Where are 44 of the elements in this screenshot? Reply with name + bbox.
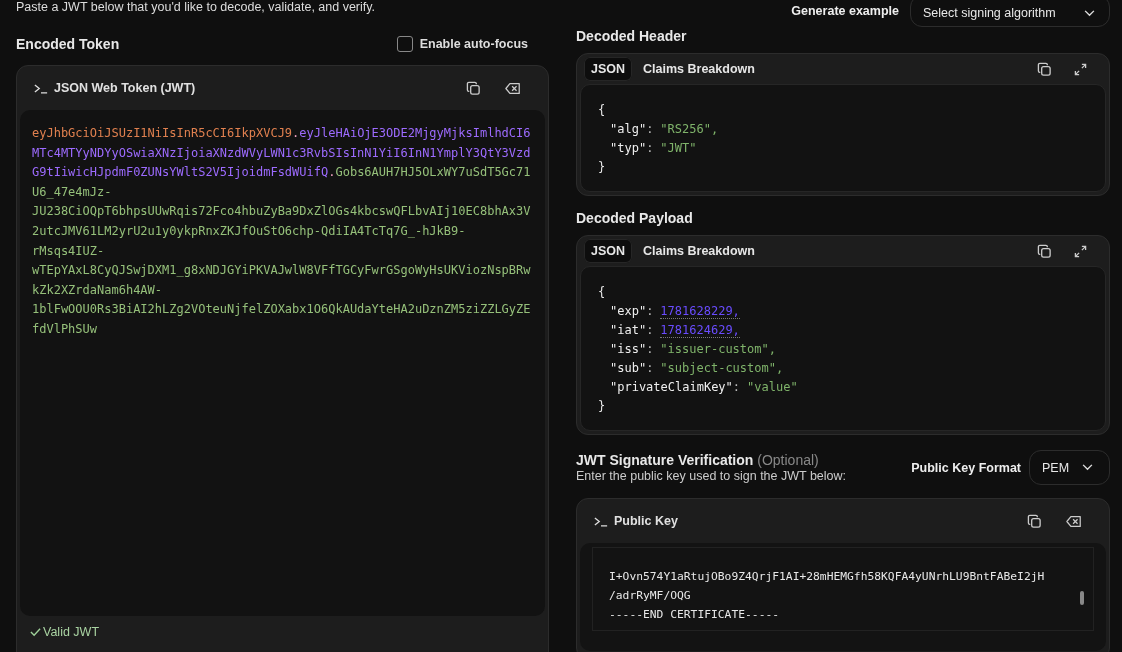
view-tab[interactable]: JSON <box>584 57 633 81</box>
copy-icon[interactable] <box>1037 243 1052 259</box>
status-text: Valid JWT <box>43 625 100 639</box>
code-line: } <box>598 398 607 415</box>
code-line: "typ": "JWT" <box>609 140 698 157</box>
view-tab[interactable]: JSON <box>584 239 633 263</box>
code-line: "iat": 1781624629, <box>609 322 741 340</box>
section-title: JWT Signature Verification (Optional) <box>576 452 820 468</box>
token-field[interactable]: eyJhbGciOiJSUzI1NiIsInR5cCI6IkpXVCJ9.eyJleHAiOjE3ODE2MjgyMjksImlhdCI6MTc4MTYyNDYyOSwiaXNzIjoiaXNzdWVyLWN1c3RvbSIsInN1YiI6InN1YmplY3QtY3VzdG9tIiwicHJpdmF0ZUNsYWltS2V5IjoidmFsdWUifQ.Gobs6AUH7HJ5OLxWY7uSdT5Gc71U6_47e4mJz-JU238CiOQpT6bhpsUUwRqis72Fco4hbuZyBa9DxZlOGs4kbcswQFLbvAIj10EC8bhAx3V2utcJMV61LM2yrU2u1y0ykpRnxZKJfOuStO6chp-QdiIA4TcTq7G_-hJkB9-rMsqs4IUZ-wTEpYAxL8CyQJSwjDXM1_g8xNDJGYiPKVAJwlW8VFfTGCyFwrGSgoWyHsUKViozNspBRwkZk2XZrdaNam6h4AW-1blFwOOU0Rs3BiAI2hLZg2VOteuNjfelZOXabx1O6QkAUdaYteHA2uDznZM5ziZZLGyZEfdVlPhSUw <box>20 110 545 616</box>
code-line: { <box>598 284 607 301</box>
editor-title: Public Key <box>614 514 678 528</box>
code-line: { <box>598 102 607 119</box>
view-tab[interactable]: Claims Breakdown <box>636 57 762 81</box>
autofocus-checkbox[interactable]: Enable auto-focus <box>396 36 528 52</box>
editor-title: JSON Web Token (JWT) <box>54 81 196 95</box>
format-label: Public Key Format <box>911 460 1021 475</box>
clear-icon[interactable] <box>505 81 521 95</box>
view-tab[interactable]: Claims Breakdown <box>636 239 762 263</box>
code-line: "sub": "subject-custom", <box>609 360 785 377</box>
copy-icon[interactable] <box>466 80 481 96</box>
instruction-text: Paste a JWT below that you'd like to decode, validate, and verify. <box>16 0 377 14</box>
format-select[interactable]: PEM <box>1029 450 1110 485</box>
code-line: "alg": "RS256", <box>609 121 720 138</box>
scrollbar-thumb[interactable] <box>1080 591 1084 605</box>
expand-icon[interactable] <box>1074 244 1087 258</box>
code-line: "privateClaimKey": "value" <box>609 379 799 396</box>
code-line: "iss": "issuer-custom", <box>609 341 777 358</box>
code-line: } <box>598 159 607 176</box>
terminal-icon <box>594 515 608 527</box>
section-title: Decoded Header <box>576 27 688 45</box>
public-key-field[interactable]: I+Ovn574Y1aRtujOBo9Z4QrjF1AI+28mHEMGfh58KQFA4yUNrhLU9BntFABeI2jH /adrRyMF/OQG -----END CERTIFICATE----- <box>592 547 1094 631</box>
clear-icon[interactable] <box>1066 514 1082 528</box>
copy-icon[interactable] <box>1027 513 1042 529</box>
generate-label: Generate example <box>791 4 899 18</box>
terminal-icon <box>34 82 48 94</box>
section-title: Encoded Token <box>16 35 120 53</box>
chevron-down-icon <box>1084 9 1095 17</box>
expand-icon[interactable] <box>1074 62 1087 76</box>
code-line: "exp": 1781628229, <box>609 303 741 321</box>
chevron-down-icon <box>1082 464 1093 471</box>
check-icon <box>30 627 41 637</box>
copy-icon[interactable] <box>1037 61 1052 77</box>
section-title: Decoded Payload <box>576 209 694 227</box>
section-subtitle: Enter the public key used to sign the JWT below: <box>576 469 848 483</box>
